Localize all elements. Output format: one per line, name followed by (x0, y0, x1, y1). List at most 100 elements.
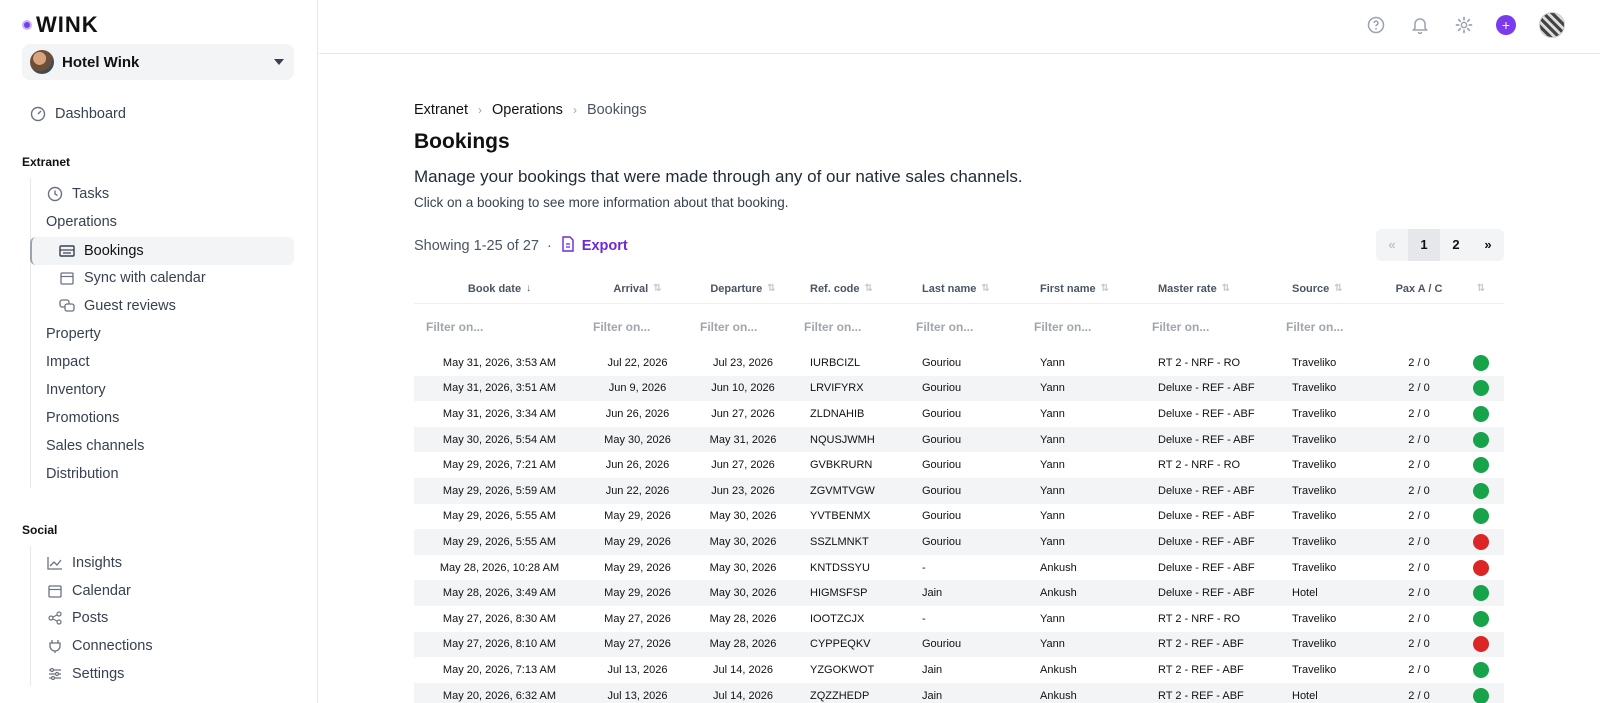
add-button[interactable]: + (1496, 15, 1516, 35)
help-icon[interactable] (1366, 15, 1386, 35)
column-header-first-name[interactable]: First name ⇅ (1028, 283, 1146, 295)
table-row[interactable]: May 28, 2026, 10:28 AM May 29, 2026 May 30… (414, 555, 1504, 581)
sidebar-item-property[interactable]: Property (46, 321, 101, 347)
cell-book-date: May 31, 2026, 3:51 AM (442, 382, 557, 395)
sort-desc-icon: ↓ (526, 283, 532, 294)
cell-last-name: - (922, 561, 926, 574)
filter-last-name[interactable]: Filter on... (910, 320, 1028, 334)
sidebar-item-guest-reviews[interactable]: Guest reviews (59, 293, 176, 319)
column-label: Master rate (1158, 282, 1217, 295)
pagination-page-1[interactable]: 1 (1408, 229, 1440, 261)
sidebar-item-label: Bookings (84, 243, 144, 259)
tree-line (30, 178, 31, 488)
sidebar-item-promotions[interactable]: Promotions (46, 405, 119, 431)
cell-departure: Jul 14, 2026 (713, 689, 773, 702)
column-header-arrival[interactable]: Arrival ⇅ (585, 283, 690, 295)
column-header-book-date[interactable]: Book date ↓ (414, 283, 585, 295)
status-dot-icon (1473, 431, 1489, 448)
sidebar-item-impact[interactable]: Impact (46, 349, 90, 375)
pagination-page-2[interactable]: 2 (1440, 229, 1472, 261)
clock-icon (47, 186, 63, 202)
sidebar-item-settings[interactable]: Settings (47, 661, 124, 687)
column-label: Ref. code (810, 282, 860, 295)
sidebar-item-dashboard[interactable]: Dashboard (30, 101, 126, 127)
table-row[interactable]: May 29, 2026, 5:59 AM Jun 22, 2026 Jun 23,… (414, 477, 1504, 504)
cell-arrival: Jun 22, 2026 (605, 484, 670, 497)
table-row[interactable]: May 31, 2026, 3:53 AM Jul 22, 2026 Jul 23,… (414, 350, 1504, 376)
table-row[interactable]: May 29, 2026, 7:21 AM Jun 26, 2026 Jun 27,… (414, 452, 1504, 478)
bell-icon[interactable] (1410, 15, 1430, 35)
table-row[interactable]: May 27, 2026, 8:10 AM May 27, 2026 May 28,… (414, 631, 1504, 658)
breadcrumb-extranet[interactable]: Extranet (414, 102, 468, 118)
sidebar-item-distribution[interactable]: Distribution (46, 461, 119, 487)
cell-arrival: May 29, 2026 (604, 535, 671, 548)
pagination-prev[interactable]: « (1376, 229, 1408, 261)
sidebar-item-sync-calendar[interactable]: Sync with calendar (59, 265, 206, 291)
chevron-down-icon (274, 59, 284, 65)
table-row[interactable]: May 29, 2026, 5:55 AM May 29, 2026 May 30,… (414, 529, 1504, 555)
column-header-departure[interactable]: Departure ⇅ (690, 283, 796, 295)
sidebar-item-sales-channels[interactable]: Sales channels (46, 433, 144, 459)
hotel-selector[interactable]: Hotel Wink (22, 44, 294, 80)
table-row[interactable]: May 27, 2026, 8:30 AM May 27, 2026 May 28,… (414, 606, 1504, 632)
hotel-name: Hotel Wink (62, 53, 140, 71)
pagination-next[interactable]: » (1472, 229, 1504, 261)
sidebar-item-bookings[interactable]: Bookings (59, 238, 144, 264)
table-row[interactable]: May 29, 2026, 5:55 AM May 29, 2026 May 30,… (414, 504, 1504, 530)
sidebar-item-operations[interactable]: Operations (46, 209, 117, 235)
filter-first-name[interactable]: Filter on... (1028, 320, 1146, 334)
column-header-last-name[interactable]: Last name ⇅ (910, 283, 1028, 295)
column-header-master-rate[interactable]: Master rate ⇅ (1146, 283, 1280, 295)
filter-book-date[interactable]: Filter on... (414, 320, 585, 334)
cell-first-name: Ankush (1040, 561, 1077, 574)
filter-departure[interactable]: Filter on... (690, 320, 796, 334)
export-button[interactable]: Export (560, 236, 628, 256)
cell-master-rate: RT 2 - REF - ABF (1158, 638, 1244, 651)
table-row[interactable]: May 20, 2026, 7:13 AM Jul 13, 2026 Jul 14,… (414, 657, 1504, 683)
sidebar-item-label: Operations (46, 214, 117, 230)
status-dot-icon (1473, 508, 1489, 525)
cell-source: Traveliko (1292, 535, 1337, 548)
export-label: Export (581, 238, 628, 254)
cell-master-rate: Deluxe - REF - ABF (1158, 382, 1255, 395)
calendar-icon (47, 583, 63, 599)
table-header: Book date ↓ Arrival ⇅ Departure ⇅ Ref. code… (414, 274, 1504, 304)
status-dot-icon (1473, 533, 1489, 550)
column-label: Source (1292, 282, 1330, 295)
cell-departure: May 28, 2026 (709, 638, 777, 651)
cell-ref-code: YVTBENMX (810, 510, 871, 523)
column-header-pax[interactable]: Pax A / C (1380, 283, 1458, 295)
cell-last-name: Gouriou (922, 407, 962, 420)
sidebar-item-posts[interactable]: Posts (47, 605, 108, 631)
sidebar-item-label: Property (46, 326, 101, 342)
cell-arrival: Jul 13, 2026 (607, 663, 668, 676)
user-avatar[interactable] (1539, 12, 1565, 38)
filter-arrival[interactable]: Filter on... (585, 320, 690, 334)
filter-ref-code[interactable]: Filter on... (796, 320, 910, 334)
column-header-status[interactable]: ⇅ (1458, 283, 1504, 294)
sidebar-item-insights[interactable]: Insights (47, 550, 122, 576)
table-row[interactable]: May 31, 2026, 3:34 AM Jun 26, 2026 Jun 27,… (414, 401, 1504, 427)
cell-first-name: Yann (1040, 407, 1065, 420)
sidebar-item-connections[interactable]: Connections (47, 633, 153, 659)
cell-status (1458, 457, 1504, 474)
table-row[interactable]: May 28, 2026, 3:49 AM May 29, 2026 May 30,… (414, 580, 1504, 606)
filter-source[interactable]: Filter on... (1280, 320, 1380, 334)
table-row[interactable]: May 20, 2026, 6:32 AM Jul 13, 2026 Jul 14,… (414, 682, 1504, 703)
breadcrumb-operations[interactable]: Operations (492, 102, 563, 118)
table-row[interactable]: May 30, 2026, 5:54 AM May 30, 2026 May 31,… (414, 426, 1504, 453)
cell-status (1458, 661, 1504, 678)
app-logo[interactable]: WINK (22, 12, 99, 38)
dashboard-gauge-icon (30, 106, 46, 122)
filter-master-rate[interactable]: Filter on... (1146, 320, 1280, 334)
column-header-source[interactable]: Source ⇅ (1280, 283, 1380, 295)
column-header-ref-code[interactable]: Ref. code ⇅ (796, 283, 910, 295)
sidebar-item-inventory[interactable]: Inventory (46, 377, 106, 403)
sidebar-item-calendar[interactable]: Calendar (47, 578, 131, 604)
table-row[interactable]: May 31, 2026, 3:51 AM Jun 9, 2026 Jun 10, … (414, 375, 1504, 402)
cell-book-date: May 30, 2026, 5:54 AM (442, 433, 557, 446)
cell-arrival: May 27, 2026 (604, 638, 671, 651)
cell-first-name: Ankush (1040, 663, 1077, 676)
gear-icon[interactable] (1454, 15, 1474, 35)
sidebar-item-tasks[interactable]: Tasks (47, 181, 109, 207)
